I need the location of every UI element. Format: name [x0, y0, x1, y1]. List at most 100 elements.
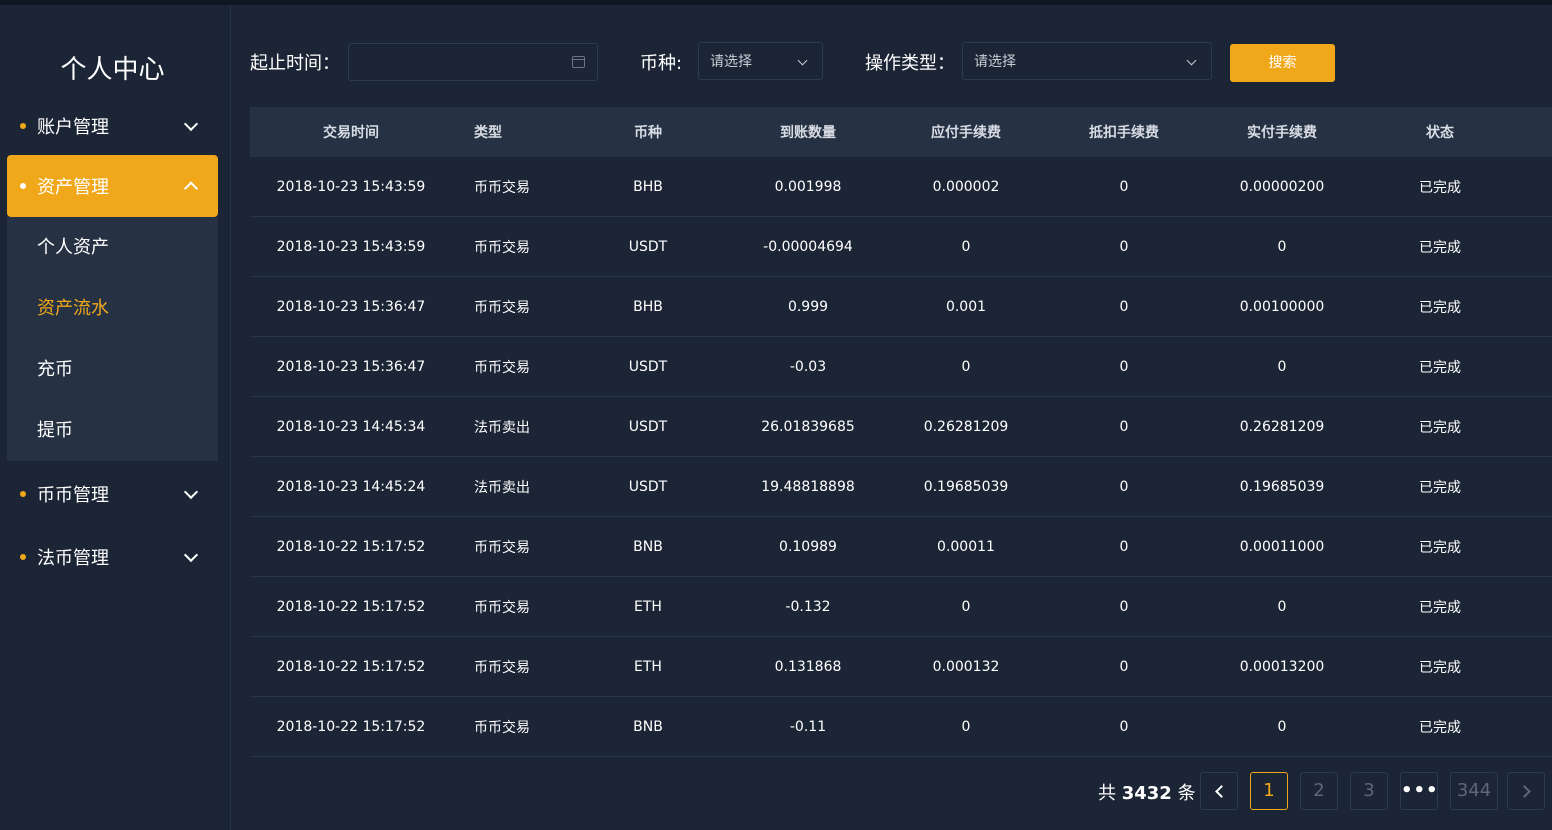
- cell-fee-payable: 0: [961, 718, 971, 735]
- cell-amount: -0.132: [785, 598, 831, 615]
- operation-type-select[interactable]: 请选择: [962, 42, 1212, 80]
- cell-amount: 0.131868: [774, 658, 842, 675]
- page-2-button[interactable]: 2: [1300, 772, 1338, 810]
- cell-fee-paid: 0.00013200: [1239, 658, 1325, 675]
- table-row: 2018-10-23 14:45:34 法币卖出 USDT 26.01839685 0.…: [250, 397, 1552, 457]
- sidebar-title: 个人中心: [60, 55, 165, 85]
- cell-coin: USDT: [628, 238, 668, 255]
- total-prefix: 共: [1098, 783, 1116, 804]
- table-row: 2018-10-22 15:17:52 币币交易 BNB -0.11 0 0 0 已完成: [250, 697, 1552, 757]
- menu-item-coin-trading[interactable]: 币币管理: [7, 463, 218, 525]
- cell-fee-paid: 0: [1277, 238, 1287, 255]
- date-range-input[interactable]: [348, 43, 598, 81]
- page-1-button[interactable]: 1: [1250, 772, 1288, 810]
- table-row: 2018-10-23 14:45:24 法币卖出 USDT 19.48818898 0.…: [250, 457, 1552, 517]
- cell-status: 已完成: [1419, 179, 1461, 196]
- cell-status: 已完成: [1419, 719, 1461, 736]
- cell-trade-time: 2018-10-23 15:43:59: [276, 178, 426, 195]
- cell-coin: BHB: [633, 298, 663, 315]
- cell-type: 币币交易: [474, 179, 530, 196]
- header-fee-payable: 应付手续费: [931, 125, 1001, 141]
- last-page-button[interactable]: 344: [1450, 772, 1498, 810]
- cell-trade-time: 2018-10-23 15:43:59: [276, 238, 426, 255]
- bullet-icon: [20, 183, 26, 189]
- header-status: 状态: [1426, 125, 1454, 141]
- cell-fee-payable: 0.26281209: [923, 418, 1009, 435]
- cell-fee-paid: 0: [1277, 598, 1287, 615]
- page-3-button[interactable]: 3: [1350, 772, 1388, 810]
- bullet-icon: [20, 491, 26, 497]
- menu-item-label: 币币管理: [37, 485, 109, 506]
- cell-type: 币币交易: [474, 659, 530, 676]
- table-row: 2018-10-22 15:17:52 币币交易 ETH -0.132 0 0 0 已完成: [250, 577, 1552, 637]
- cell-coin: BNB: [633, 718, 663, 735]
- coin-select[interactable]: 请选择: [698, 42, 823, 80]
- menu-item-label: 资产管理: [37, 177, 109, 198]
- menu-item-fiat-trading[interactable]: 法币管理: [7, 526, 218, 588]
- cell-status: 已完成: [1419, 539, 1461, 556]
- cell-trade-time: 2018-10-22 15:17:52: [276, 718, 426, 735]
- cell-type: 法币卖出: [474, 419, 530, 436]
- cell-trade-time: 2018-10-23 14:45:34: [276, 418, 426, 435]
- menu-item-assets[interactable]: 资产管理: [7, 155, 218, 217]
- bullet-icon: [20, 554, 26, 560]
- cell-coin: USDT: [628, 358, 668, 375]
- sidebar: 个人中心 账户管理 资产管理 个人资产 资产流水 充币 提币 币币管理 法币管理: [0, 5, 231, 830]
- cell-fee-payable: 0.19685039: [923, 478, 1009, 495]
- cell-fee-deducted: 0: [1119, 358, 1129, 375]
- cell-coin: BHB: [633, 178, 663, 195]
- menu-item-account[interactable]: 账户管理: [7, 95, 218, 157]
- prev-page-button[interactable]: [1200, 772, 1238, 810]
- total-count: 共 3432 条: [1098, 779, 1196, 805]
- cell-fee-paid: 0: [1277, 358, 1287, 375]
- submenu-item-personal-assets[interactable]: 个人资产: [7, 217, 218, 278]
- coin-label: 币种:: [640, 53, 683, 74]
- submenu-item-withdraw[interactable]: 提币: [7, 400, 218, 461]
- chevron-left-icon: [1214, 785, 1228, 798]
- cell-fee-paid: 0.26281209: [1239, 418, 1325, 435]
- cell-type: 币币交易: [474, 719, 530, 736]
- cell-fee-deducted: 0: [1119, 598, 1129, 615]
- assets-submenu: 个人资产 资产流水 充币 提币: [7, 217, 218, 461]
- cell-type: 币币交易: [474, 359, 530, 376]
- cell-trade-time: 2018-10-23 15:36:47: [276, 298, 426, 315]
- total-suffix: 条: [1177, 783, 1196, 804]
- cell-fee-deducted: 0: [1119, 178, 1129, 195]
- operation-type-label: 操作类型：: [865, 53, 955, 74]
- cell-fee-payable: 0: [961, 358, 971, 375]
- cell-type: 法币卖出: [474, 479, 530, 496]
- cell-type: 币币交易: [474, 299, 530, 316]
- cell-type: 币币交易: [474, 539, 530, 556]
- header-coin: 币种: [634, 125, 662, 141]
- cell-status: 已完成: [1419, 659, 1461, 676]
- cell-coin: USDT: [628, 418, 668, 435]
- cell-amount: 0.10989: [779, 538, 837, 555]
- cell-amount: -0.00004694: [763, 238, 853, 255]
- more-pages-button[interactable]: •••: [1400, 772, 1438, 810]
- cell-amount: -0.11: [789, 718, 827, 735]
- header-fee-deducted: 抵扣手续费: [1089, 125, 1159, 141]
- cell-fee-deducted: 0: [1119, 478, 1129, 495]
- table-row: 2018-10-22 15:17:52 币币交易 BNB 0.10989 0.00011…: [250, 517, 1552, 577]
- cell-fee-paid: 0.00100000: [1239, 298, 1325, 315]
- cell-fee-payable: 0.000132: [932, 658, 1000, 675]
- chevron-down-icon: [183, 547, 199, 563]
- cell-fee-payable: 0.001: [945, 298, 987, 315]
- chevron-right-icon: [1517, 785, 1531, 798]
- operation-type-value: 请选择: [974, 54, 1016, 70]
- cell-fee-deducted: 0: [1119, 538, 1129, 555]
- search-button[interactable]: 搜索: [1230, 44, 1335, 82]
- header-type: 类型: [474, 125, 502, 141]
- table-header: 交易时间 类型 币种 到账数量 应付手续费 抵扣手续费 实付手续费 状态: [250, 107, 1552, 157]
- cell-fee-deducted: 0: [1119, 718, 1129, 735]
- table-row: 2018-10-23 15:43:59 币币交易 USDT -0.00004694 0 0…: [250, 217, 1552, 277]
- cell-fee-deducted: 0: [1119, 418, 1129, 435]
- cell-fee-payable: 0.00011: [937, 538, 995, 555]
- submenu-item-deposit[interactable]: 充币: [7, 339, 218, 400]
- cell-status: 已完成: [1419, 479, 1461, 496]
- cell-fee-payable: 0: [961, 598, 971, 615]
- cell-status: 已完成: [1419, 599, 1461, 616]
- next-page-button[interactable]: [1507, 772, 1545, 810]
- submenu-item-asset-flow[interactable]: 资产流水: [7, 278, 218, 339]
- table-body: 2018-10-23 15:43:59 币币交易 BHB 0.001998 0.0000…: [250, 157, 1552, 757]
